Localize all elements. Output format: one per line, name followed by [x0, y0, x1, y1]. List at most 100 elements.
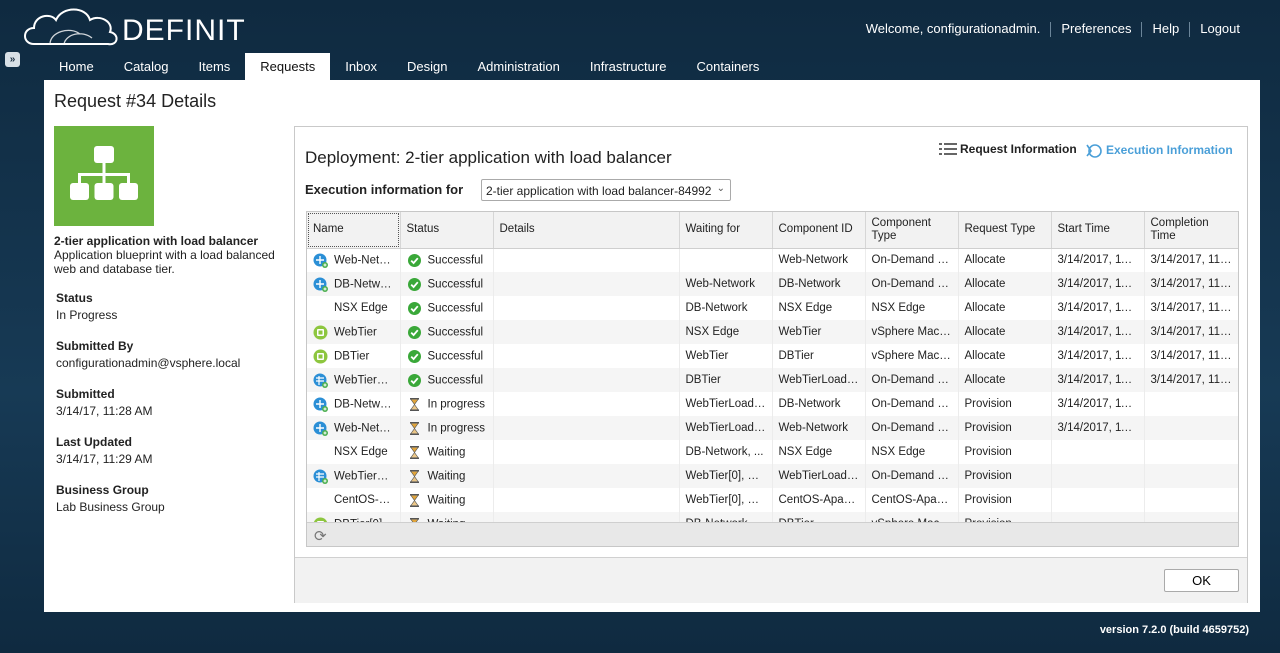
cell-status: Waiting — [400, 488, 494, 512]
cell-request-type: Allocate — [958, 320, 1052, 344]
column-header-status[interactable]: Status — [400, 212, 494, 249]
page-title: Request #34 Details — [54, 91, 217, 111]
column-header-details[interactable]: Details — [493, 212, 680, 249]
cell-component-id: NSX Edge — [772, 440, 866, 464]
component-name: WebTier — [334, 326, 377, 339]
component-name: DB-Network — [334, 398, 396, 411]
tab-containers[interactable]: Containers — [681, 53, 774, 80]
component-name: CentOS-A... — [334, 494, 396, 506]
column-header-component-id[interactable]: Component ID — [772, 212, 866, 249]
cell-component-type: vSphere Mach... — [865, 320, 959, 344]
component-name: Web-Netw... — [334, 254, 397, 267]
tab-items[interactable]: Items — [184, 53, 246, 80]
hourglass-icon — [409, 445, 419, 459]
preferences-link[interactable]: Preferences — [1051, 21, 1141, 37]
cell-request-type: Allocate — [958, 344, 1052, 368]
grid-footer: ⟳ — [307, 522, 1238, 546]
table-row[interactable]: NSX Edge Successful DB-Network NSX Edge NSX … — [307, 296, 1238, 320]
component-name: NSX Edge — [334, 446, 388, 458]
cell-start-time — [1051, 488, 1145, 512]
cell-completion-time — [1144, 440, 1238, 464]
cell-details — [493, 416, 680, 440]
cell-name: NSX Edge — [307, 440, 401, 464]
header: DEFINIT Welcome, configurationadmin. Pre… — [0, 0, 1280, 80]
column-header-name[interactable]: Name — [307, 212, 401, 249]
request-information-link[interactable]: Request Information — [939, 142, 1077, 156]
cell-component-type: NSX Edge — [865, 440, 959, 464]
component-name: WebTierLo... — [334, 374, 400, 387]
cell-component-type: On-Demand R... — [865, 416, 959, 440]
submitted-value: 3/14/17, 11:28 AM — [56, 404, 153, 418]
refresh-icon[interactable]: ⟳ — [314, 527, 327, 545]
tab-catalog[interactable]: Catalog — [109, 53, 184, 80]
column-header-start-time[interactable]: Start Time — [1051, 212, 1145, 249]
brand-name: DEFINIT — [122, 14, 246, 47]
cell-status: Waiting — [400, 464, 494, 488]
tab-design[interactable]: Design — [392, 53, 462, 80]
column-header-component-type[interactable]: Component Type — [865, 212, 959, 249]
tab-administration[interactable]: Administration — [463, 53, 575, 80]
status-text: In progress — [427, 398, 486, 411]
vm-icon — [313, 325, 328, 339]
status-value: In Progress — [56, 308, 118, 322]
ok-button[interactable]: OK — [1164, 569, 1239, 592]
column-header-completion-time[interactable]: Completion Time — [1144, 212, 1238, 249]
table-row[interactable]: CentOS-A... Waiting WebTier[0], W... CentOS… — [307, 488, 1238, 512]
cell-status: Waiting — [400, 440, 494, 464]
deployment-title: Deployment: 2-tier application with load… — [305, 148, 672, 167]
cell-details — [493, 368, 680, 392]
help-link[interactable]: Help — [1142, 21, 1189, 37]
expand-sidebar-icon[interactable]: » — [5, 52, 20, 67]
execution-select[interactable]: 2-tier application with load balancer-84… — [481, 179, 731, 201]
business-group-label: Business Group — [56, 483, 149, 497]
cell-name: DB-Network — [307, 392, 401, 416]
table-row[interactable]: Web-Netw... In progress WebTierLoadB... Web… — [307, 416, 1238, 440]
status-text: Waiting — [427, 494, 466, 507]
table-row[interactable]: DB-Network Successful Web-Network DB-Networ… — [307, 272, 1238, 296]
cell-waiting-for: DBTier — [679, 368, 773, 392]
cell-name: WebTier — [307, 320, 401, 344]
cell-name: NSX Edge — [307, 296, 401, 320]
table-row[interactable]: WebTierLo... Successful DBTier WebTierLoadB… — [307, 368, 1238, 392]
network-icon — [313, 421, 328, 436]
execution-grid: Name Status Details Waiting for Componen… — [306, 211, 1239, 547]
cell-completion-time — [1144, 416, 1238, 440]
success-icon — [407, 253, 421, 267]
load-balancer-icon — [313, 373, 328, 388]
column-header-waiting-for[interactable]: Waiting for — [679, 212, 773, 249]
cell-status: Successful — [400, 344, 494, 368]
execution-icon — [1086, 144, 1102, 158]
table-row[interactable]: DBTier Successful WebTier DBTier vSphere Mac… — [307, 344, 1238, 368]
execution-information-link[interactable]: Execution Information — [1085, 142, 1233, 158]
cell-completion-time: 3/14/2017, 11:... — [1144, 248, 1238, 272]
table-row[interactable]: DB-Network In progress WebTierLoadB... DB-N… — [307, 392, 1238, 416]
tab-inbox[interactable]: Inbox — [330, 53, 392, 80]
cell-start-time: 3/14/2017, 11:... — [1051, 392, 1145, 416]
tab-requests[interactable]: Requests — [245, 53, 331, 80]
table-row[interactable]: NSX Edge Waiting DB-Network, ... NSX Edge NS… — [307, 440, 1238, 464]
table-row[interactable]: Web-Netw... Successful Web-Network On-Deman… — [307, 248, 1238, 272]
cell-completion-time: 3/14/2017, 11:... — [1144, 320, 1238, 344]
blueprint-description: Application blueprint with a load balanc… — [54, 248, 275, 276]
column-header-request-type[interactable]: Request Type — [958, 212, 1052, 249]
chevron-down-icon: ⌄ — [716, 183, 725, 194]
cell-request-type: Allocate — [958, 296, 1052, 320]
status-text: Waiting — [427, 470, 466, 483]
cell-component-id: DB-Network — [772, 272, 866, 296]
table-row[interactable]: WebTier Successful NSX Edge WebTier vSphere … — [307, 320, 1238, 344]
blueprint-hierarchy-icon — [54, 126, 154, 226]
status-text: Successful — [427, 302, 484, 315]
tab-infrastructure[interactable]: Infrastructure — [575, 53, 682, 80]
cell-waiting-for: WebTier — [679, 344, 773, 368]
cell-name: Web-Netw... — [307, 416, 401, 440]
request-information-label: Request Information — [960, 142, 1077, 156]
tab-home[interactable]: Home — [44, 53, 109, 80]
cell-component-id: WebTierLoadB... — [772, 368, 866, 392]
table-row[interactable]: WebTierLo... Waiting WebTier[0], W... WebTi… — [307, 464, 1238, 488]
cell-status: Successful — [400, 320, 494, 344]
cell-request-type: Provision — [958, 464, 1052, 488]
status-text: Waiting — [427, 446, 466, 459]
logout-link[interactable]: Logout — [1190, 21, 1250, 37]
cell-waiting-for: WebTier[0], W... — [679, 488, 773, 512]
cell-component-id: NSX Edge — [772, 296, 866, 320]
